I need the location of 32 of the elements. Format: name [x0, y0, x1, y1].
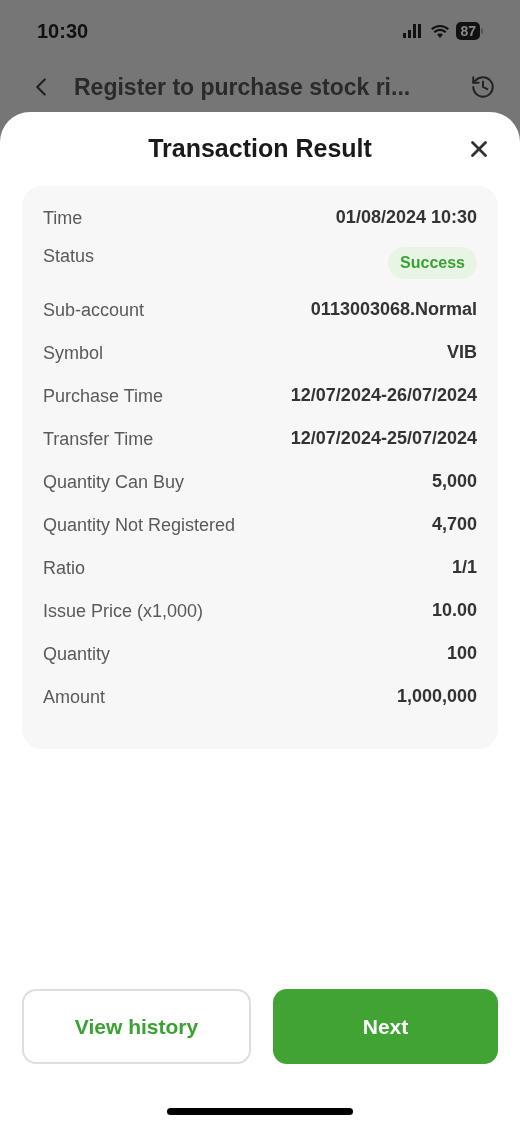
detail-value: 01/08/2024 10:30 — [335, 206, 477, 228]
sheet-title: Transaction Result — [148, 133, 372, 165]
detail-label: Transfer Time — [43, 428, 154, 451]
detail-value: 4,700 — [431, 513, 477, 535]
detail-label: Ratio — [43, 557, 86, 580]
detail-value: 5,000 — [431, 470, 477, 492]
detail-value: VIB — [447, 341, 477, 363]
wifi-icon — [430, 23, 451, 39]
detail-label: Status — [43, 245, 95, 268]
detail-label: Issue Price (x1,000) — [43, 600, 204, 623]
detail-label: Purchase Time — [43, 385, 164, 408]
detail-value: 12/07/2024-25/07/2024 — [290, 427, 477, 449]
detail-value: 100 — [446, 642, 477, 664]
detail-label: Quantity Can Buy — [43, 471, 185, 494]
page-title: Register to purchase stock ri... — [74, 72, 412, 102]
detail-label: Symbol — [43, 342, 104, 365]
history-icon[interactable] — [470, 74, 496, 100]
next-button[interactable]: Next — [273, 989, 498, 1064]
battery-icon: 87 — [456, 22, 483, 40]
detail-label: Sub-account — [43, 299, 145, 322]
detail-value: 0113003068.Normal — [310, 298, 477, 320]
detail-value: 1,000,000 — [396, 685, 477, 707]
detail-value: 10.00 — [431, 599, 477, 621]
detail-label: Quantity — [43, 643, 111, 666]
detail-label: Quantity Not Registered — [43, 514, 236, 537]
status-time: 10:30 — [37, 19, 89, 44]
status-badge: Success — [388, 247, 477, 279]
detail-label: Amount — [43, 686, 106, 709]
detail-label: Time — [43, 207, 83, 230]
detail-value: 1/1 — [451, 556, 477, 578]
detail-value: 12/07/2024-26/07/2024 — [290, 384, 477, 406]
view-history-button[interactable]: View history — [22, 989, 251, 1064]
